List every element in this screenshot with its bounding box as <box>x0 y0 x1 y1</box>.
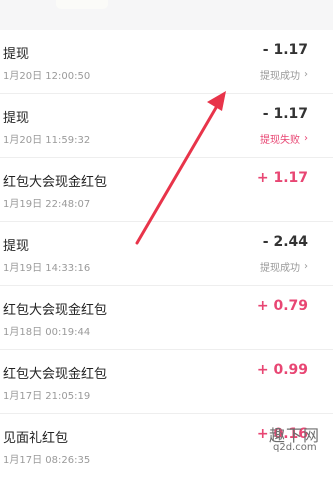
status-label: 提现成功 <box>260 263 300 274</box>
transaction-row[interactable]: 提现 1月20日 11:59:32 - 1.17 提现失败 › <box>0 94 333 158</box>
transaction-time: 1月19日 14:33:16 <box>3 263 91 274</box>
watermark: 趣下网 q2d.com <box>269 422 331 460</box>
transaction-amount: - 1.17 <box>262 106 308 122</box>
transaction-title: 提现 <box>3 111 30 126</box>
transaction-amount: + 1.17 <box>256 170 308 186</box>
transaction-row[interactable]: 提现 1月19日 14:33:16 - 2.44 提现成功 › <box>0 222 333 286</box>
watermark-url: q2d.com <box>273 442 317 453</box>
transaction-time: 1月17日 21:05:19 <box>3 391 91 402</box>
transaction-title: 见面礼红包 <box>3 431 69 446</box>
transaction-row[interactable]: 提现 1月20日 12:00:50 - 1.17 提现成功 › <box>0 30 333 94</box>
chevron-right-icon: › <box>304 133 308 144</box>
transaction-title: 提现 <box>3 239 30 254</box>
transaction-status[interactable]: 提现成功 › <box>260 259 308 274</box>
transaction-row[interactable]: 红包大会现金红包 1月17日 21:05:19 + 0.99 <box>0 350 333 414</box>
status-label: 提现失败 <box>260 135 300 146</box>
transaction-title: 提现 <box>3 47 30 62</box>
transaction-list: 提现 1月20日 12:00:50 - 1.17 提现成功 › 提现 1月20日… <box>0 30 333 478</box>
transaction-title: 红包大会现金红包 <box>3 175 108 190</box>
status-label: 提现成功 <box>260 71 300 82</box>
transaction-status[interactable]: 提现成功 › <box>260 67 308 82</box>
transaction-time: 1月18日 00:19:44 <box>3 327 91 338</box>
chevron-right-icon: › <box>304 69 308 80</box>
transaction-amount: - 2.44 <box>262 234 308 250</box>
transaction-row[interactable]: 红包大会现金红包 1月18日 00:19:44 + 0.79 <box>0 286 333 350</box>
transaction-title: 红包大会现金红包 <box>3 367 108 382</box>
top-strip-highlight <box>56 0 108 9</box>
transaction-time: 1月17日 08:26:35 <box>3 455 91 466</box>
transaction-status[interactable]: 提现失败 › <box>260 131 308 146</box>
transaction-time: 1月20日 11:59:32 <box>3 135 91 146</box>
transaction-amount: - 1.17 <box>262 42 308 58</box>
top-strip <box>0 0 333 30</box>
chevron-right-icon: › <box>304 261 308 272</box>
transaction-amount: + 0.79 <box>256 298 308 314</box>
transaction-amount: + 0.99 <box>256 362 308 378</box>
transaction-time: 1月19日 22:48:07 <box>3 199 91 210</box>
transaction-title: 红包大会现金红包 <box>3 303 108 318</box>
transaction-row[interactable]: 红包大会现金红包 1月19日 22:48:07 + 1.17 <box>0 158 333 222</box>
transaction-time: 1月20日 12:00:50 <box>3 71 91 82</box>
